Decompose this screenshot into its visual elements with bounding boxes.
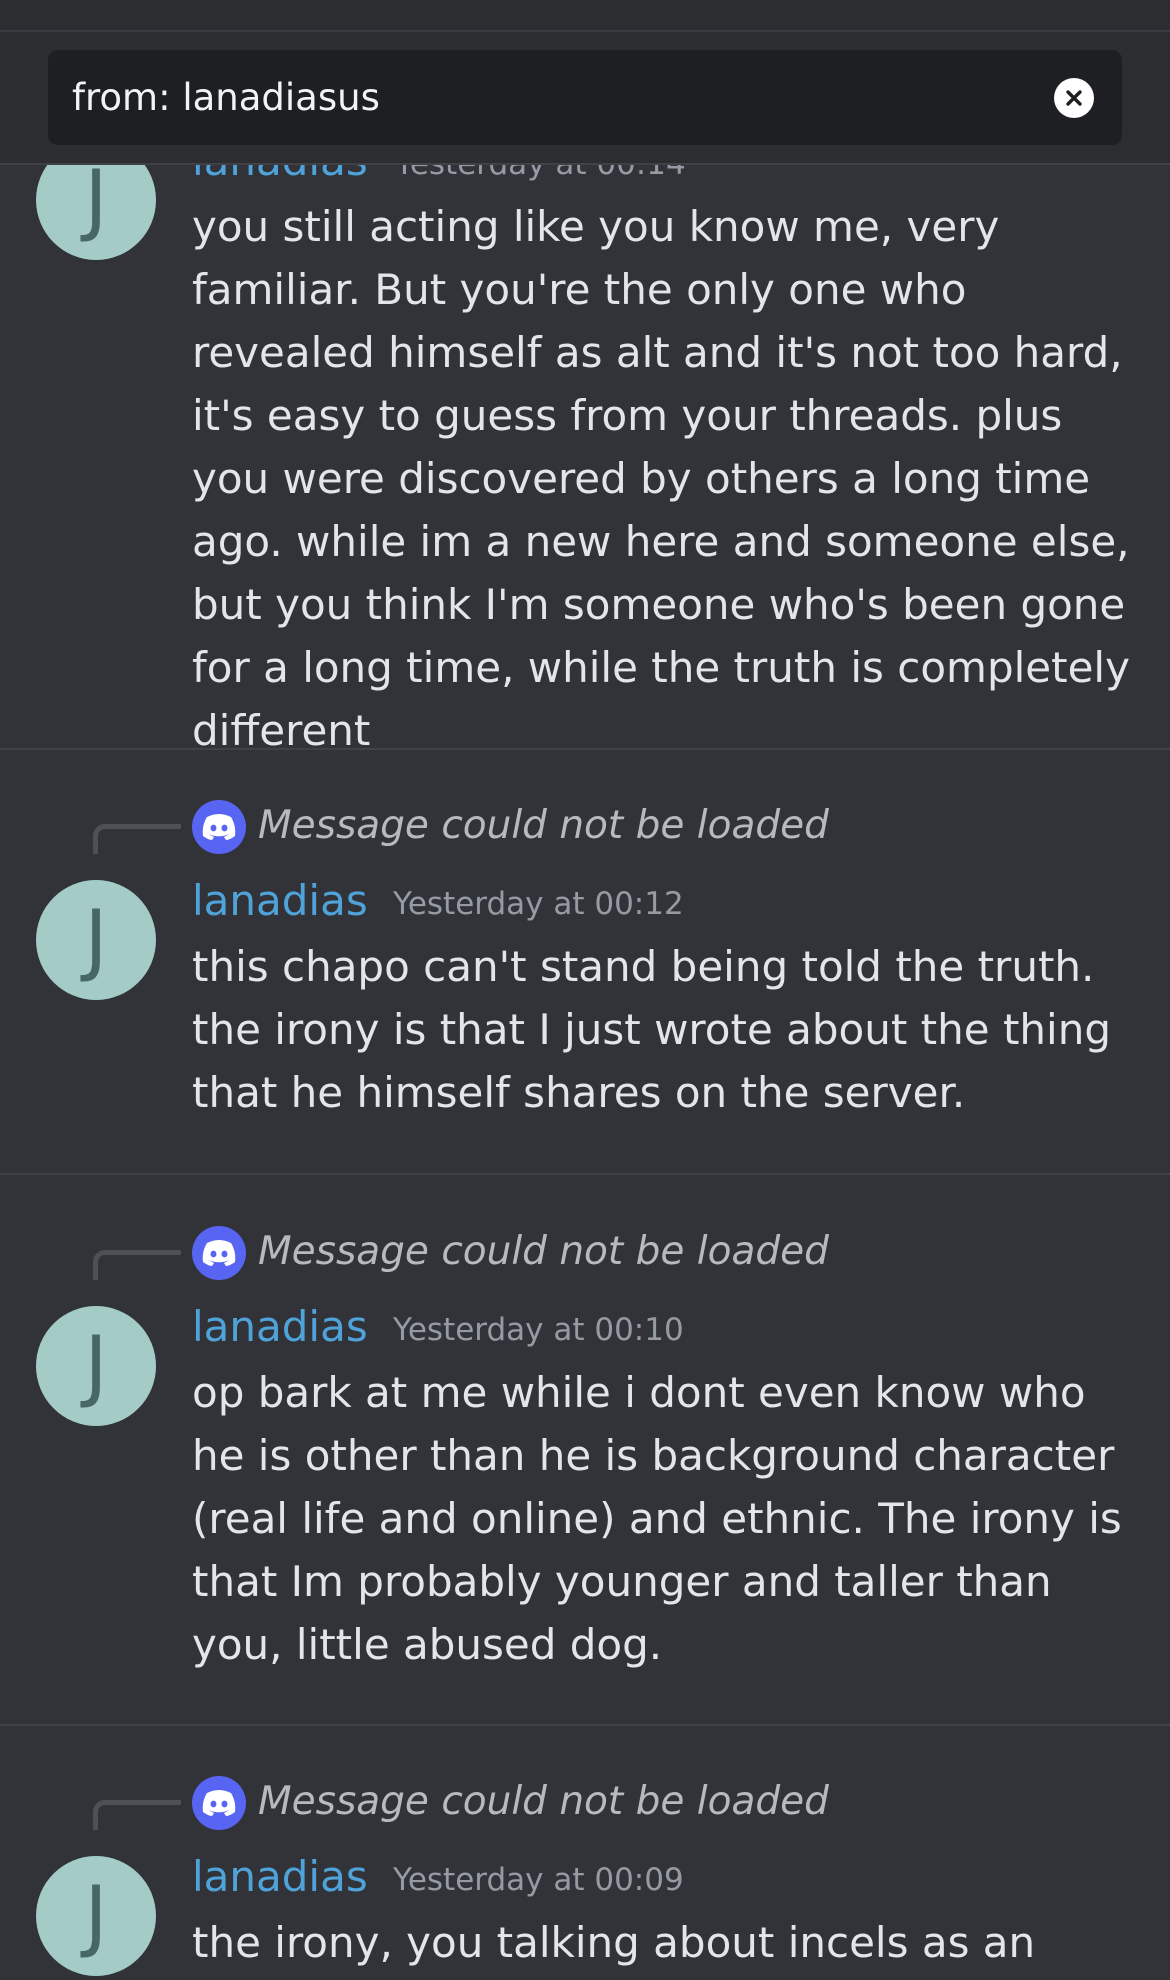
reply-unavailable-text[interactable]: Message could not be loaded [258,803,829,848]
avatar[interactable]: J [36,1306,156,1426]
message-timestamp: Yesterday at 00:09 [393,1862,684,1898]
search-header: from: lanadiasus [0,0,1170,165]
author-name[interactable]: lanadias [192,1852,368,1901]
search-query-text[interactable]: from: lanadiasus [72,50,380,145]
close-icon [1066,90,1082,106]
message-timestamp: Yesterday at 00:10 [393,1312,684,1348]
reply-unavailable-text[interactable]: Message could not be loaded [258,1779,829,1824]
reply-spine [93,1250,181,1280]
search-input[interactable]: from: lanadiasus [48,50,1122,145]
reply-spine [93,1800,181,1830]
discord-icon [192,1776,246,1830]
message-content: you still acting like you know me, very … [192,202,1130,755]
avatar-letter: J [84,895,108,985]
message-timestamp: Yesterday at 00:12 [393,886,684,922]
avatar[interactable]: J [36,880,156,1000]
message-divider [0,748,1170,750]
message-content: op bark at me while i dont even know who… [192,1368,1122,1669]
discord-icon [192,1226,246,1280]
clear-search-button[interactable] [1054,78,1094,118]
message-content: the irony, you talking about incels as a… [192,1918,1036,1967]
discord-search-results-screen: J lanadias Yesterday at 00:14 you still … [0,0,1170,1980]
reply-spine [93,824,181,854]
message-feed[interactable]: J lanadias Yesterday at 00:14 you still … [0,0,1170,1980]
message-content: this chapo can't stand being told the tr… [192,942,1111,1117]
avatar-letter: J [84,1871,108,1961]
author-name[interactable]: lanadias [192,1302,368,1351]
message-divider [0,1173,1170,1175]
avatar[interactable]: J [36,1856,156,1976]
reply-unavailable-text[interactable]: Message could not be loaded [258,1229,829,1274]
discord-icon [192,800,246,854]
avatar-letter: J [84,1321,108,1411]
header-divider [0,30,1170,32]
message-divider [0,1724,1170,1726]
author-name[interactable]: lanadias [192,876,368,925]
